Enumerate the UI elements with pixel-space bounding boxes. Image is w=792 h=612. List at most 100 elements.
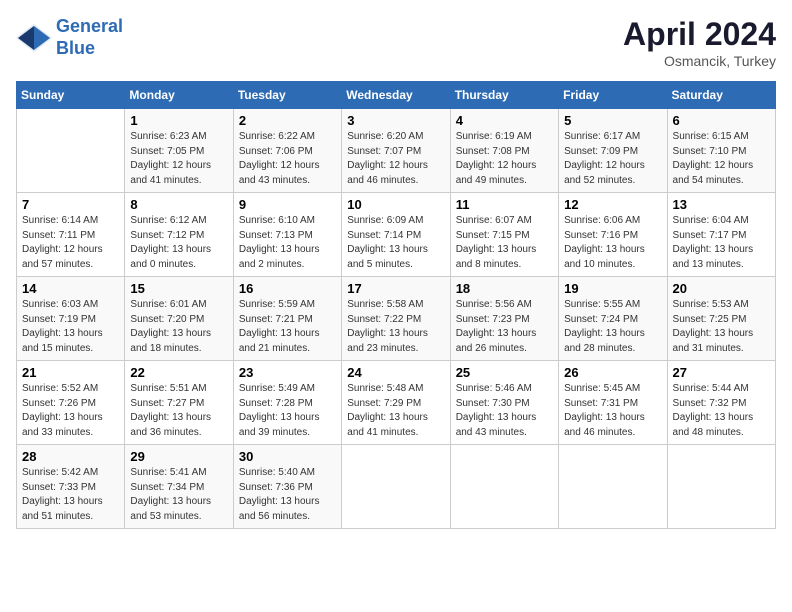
calendar-cell: 16 Sunrise: 5:59 AMSunset: 7:21 PMDayligh… (233, 277, 341, 361)
calendar-cell: 23Sunrise: 5:49 AMSunset: 7:28 PMDayligh… (233, 361, 341, 445)
logo: General Blue (16, 16, 123, 59)
calendar-cell: 21Sunrise: 5:52 AMSunset: 7:26 PMDayligh… (17, 361, 125, 445)
calendar-cell: 18Sunrise: 5:56 AMSunset: 7:23 PMDayligh… (450, 277, 558, 361)
day-info: Sunrise: 6:12 AMSunset: 7:12 PMDaylight:… (130, 214, 227, 272)
day-header-tuesday: Tuesday (233, 82, 341, 109)
day-number: 19 (564, 281, 661, 296)
day-info: Sunrise: 5:42 AMSunset: 7:33 PMDaylight:… (22, 466, 119, 524)
calendar-cell: 14Sunrise: 6:03 AMSunset: 7:19 PMDayligh… (17, 277, 125, 361)
calendar-cell: 6 Sunrise: 6:15 AMSunset: 7:10 PMDaylight… (667, 109, 775, 193)
day-number: 24 (347, 365, 444, 380)
day-info: Sunrise: 6:23 AMSunset: 7:05 PMDaylight:… (130, 130, 227, 188)
day-info: Sunrise: 5:53 AMSunset: 7:25 PMDaylight:… (673, 298, 770, 356)
day-number: 3 (347, 113, 444, 128)
calendar-header-row: SundayMondayTuesdayWednesdayThursdayFrid… (17, 82, 776, 109)
calendar-cell (342, 445, 450, 529)
calendar-cell: 22Sunrise: 5:51 AMSunset: 7:27 PMDayligh… (125, 361, 233, 445)
calendar-cell: 9 Sunrise: 6:10 AMSunset: 7:13 PMDaylight… (233, 193, 341, 277)
week-row-5: 28 Sunrise: 5:42 AMSunset: 7:33 PMDayligh… (17, 445, 776, 529)
day-info: Sunrise: 6:10 AMSunset: 7:13 PMDaylight:… (239, 214, 336, 272)
calendar-cell: 19Sunrise: 5:55 AMSunset: 7:24 PMDayligh… (559, 277, 667, 361)
calendar-cell: 30 Sunrise: 5:40 AMSunset: 7:36 PMDayligh… (233, 445, 341, 529)
day-number: 5 (564, 113, 661, 128)
day-number: 10 (347, 197, 444, 212)
day-header-friday: Friday (559, 82, 667, 109)
logo-name: General Blue (56, 16, 123, 59)
day-info: Sunrise: 6:20 AMSunset: 7:07 PMDaylight:… (347, 130, 444, 188)
day-number: 17 (347, 281, 444, 296)
day-info: Sunrise: 5:40 AMSunset: 7:36 PMDaylight:… (239, 466, 336, 524)
calendar-cell: 15Sunrise: 6:01 AMSunset: 7:20 PMDayligh… (125, 277, 233, 361)
calendar-cell: 10 Sunrise: 6:09 AMSunset: 7:14 PMDayligh… (342, 193, 450, 277)
calendar-cell: 7 Sunrise: 6:14 AMSunset: 7:11 PMDaylight… (17, 193, 125, 277)
day-number: 7 (22, 197, 119, 212)
day-info: Sunrise: 6:22 AMSunset: 7:06 PMDaylight:… (239, 130, 336, 188)
week-row-3: 14Sunrise: 6:03 AMSunset: 7:19 PMDayligh… (17, 277, 776, 361)
calendar-cell: 24 Sunrise: 5:48 AMSunset: 7:29 PMDayligh… (342, 361, 450, 445)
title-block: April 2024 Osmancik, Turkey (623, 16, 776, 69)
calendar-cell: 28 Sunrise: 5:42 AMSunset: 7:33 PMDayligh… (17, 445, 125, 529)
day-header-sunday: Sunday (17, 82, 125, 109)
day-info: Sunrise: 5:41 AMSunset: 7:34 PMDaylight:… (130, 466, 227, 524)
day-info: Sunrise: 6:09 AMSunset: 7:14 PMDaylight:… (347, 214, 444, 272)
calendar-cell: 2Sunrise: 6:22 AMSunset: 7:06 PMDaylight… (233, 109, 341, 193)
day-info: Sunrise: 6:06 AMSunset: 7:16 PMDaylight:… (564, 214, 661, 272)
week-row-1: 1Sunrise: 6:23 AMSunset: 7:05 PMDaylight… (17, 109, 776, 193)
day-info: Sunrise: 5:45 AMSunset: 7:31 PMDaylight:… (564, 382, 661, 440)
location: Osmancik, Turkey (623, 53, 776, 69)
day-header-thursday: Thursday (450, 82, 558, 109)
day-info: Sunrise: 5:59 AMSunset: 7:21 PMDaylight:… (239, 298, 336, 356)
day-info: Sunrise: 6:15 AMSunset: 7:10 PMDaylight:… (673, 130, 770, 188)
week-row-2: 7 Sunrise: 6:14 AMSunset: 7:11 PMDaylight… (17, 193, 776, 277)
day-number: 25 (456, 365, 553, 380)
day-header-monday: Monday (125, 82, 233, 109)
day-info: Sunrise: 6:19 AMSunset: 7:08 PMDaylight:… (456, 130, 553, 188)
day-info: Sunrise: 5:46 AMSunset: 7:30 PMDaylight:… (456, 382, 553, 440)
day-header-wednesday: Wednesday (342, 82, 450, 109)
day-number: 23 (239, 365, 336, 380)
day-info: Sunrise: 6:07 AMSunset: 7:15 PMDaylight:… (456, 214, 553, 272)
calendar-cell: 1Sunrise: 6:23 AMSunset: 7:05 PMDaylight… (125, 109, 233, 193)
day-number: 11 (456, 197, 553, 212)
day-info: Sunrise: 6:01 AMSunset: 7:20 PMDaylight:… (130, 298, 227, 356)
calendar-cell: 29 Sunrise: 5:41 AMSunset: 7:34 PMDayligh… (125, 445, 233, 529)
day-number: 8 (130, 197, 227, 212)
day-number: 29 (130, 449, 227, 464)
day-number: 14 (22, 281, 119, 296)
calendar-cell: 12Sunrise: 6:06 AMSunset: 7:16 PMDayligh… (559, 193, 667, 277)
day-number: 28 (22, 449, 119, 464)
day-number: 30 (239, 449, 336, 464)
day-number: 22 (130, 365, 227, 380)
calendar-cell: 26 Sunrise: 5:45 AMSunset: 7:31 PMDayligh… (559, 361, 667, 445)
day-number: 27 (673, 365, 770, 380)
calendar-cell: 25 Sunrise: 5:46 AMSunset: 7:30 PMDayligh… (450, 361, 558, 445)
calendar-cell: 17 Sunrise: 5:58 AMSunset: 7:22 PMDayligh… (342, 277, 450, 361)
logo-icon (16, 24, 52, 52)
day-number: 20 (673, 281, 770, 296)
calendar-cell: 5 Sunrise: 6:17 AMSunset: 7:09 PMDaylight… (559, 109, 667, 193)
day-header-saturday: Saturday (667, 82, 775, 109)
day-info: Sunrise: 5:48 AMSunset: 7:29 PMDaylight:… (347, 382, 444, 440)
page-header: General Blue April 2024 Osmancik, Turkey (16, 16, 776, 69)
calendar-cell: 11 Sunrise: 6:07 AMSunset: 7:15 PMDayligh… (450, 193, 558, 277)
calendar-cell: 20 Sunrise: 5:53 AMSunset: 7:25 PMDayligh… (667, 277, 775, 361)
day-info: Sunrise: 5:58 AMSunset: 7:22 PMDaylight:… (347, 298, 444, 356)
calendar-cell: 8 Sunrise: 6:12 AMSunset: 7:12 PMDaylight… (125, 193, 233, 277)
day-number: 26 (564, 365, 661, 380)
day-number: 18 (456, 281, 553, 296)
month-title: April 2024 (623, 16, 776, 53)
calendar-cell (667, 445, 775, 529)
day-number: 6 (673, 113, 770, 128)
day-number: 9 (239, 197, 336, 212)
day-info: Sunrise: 6:14 AMSunset: 7:11 PMDaylight:… (22, 214, 119, 272)
day-number: 4 (456, 113, 553, 128)
day-info: Sunrise: 6:17 AMSunset: 7:09 PMDaylight:… (564, 130, 661, 188)
day-info: Sunrise: 6:04 AMSunset: 7:17 PMDaylight:… (673, 214, 770, 272)
day-number: 16 (239, 281, 336, 296)
calendar-cell: 3 Sunrise: 6:20 AMSunset: 7:07 PMDaylight… (342, 109, 450, 193)
calendar-cell: 13 Sunrise: 6:04 AMSunset: 7:17 PMDayligh… (667, 193, 775, 277)
day-number: 13 (673, 197, 770, 212)
day-number: 21 (22, 365, 119, 380)
day-info: Sunrise: 5:44 AMSunset: 7:32 PMDaylight:… (673, 382, 770, 440)
calendar-table: SundayMondayTuesdayWednesdayThursdayFrid… (16, 81, 776, 529)
